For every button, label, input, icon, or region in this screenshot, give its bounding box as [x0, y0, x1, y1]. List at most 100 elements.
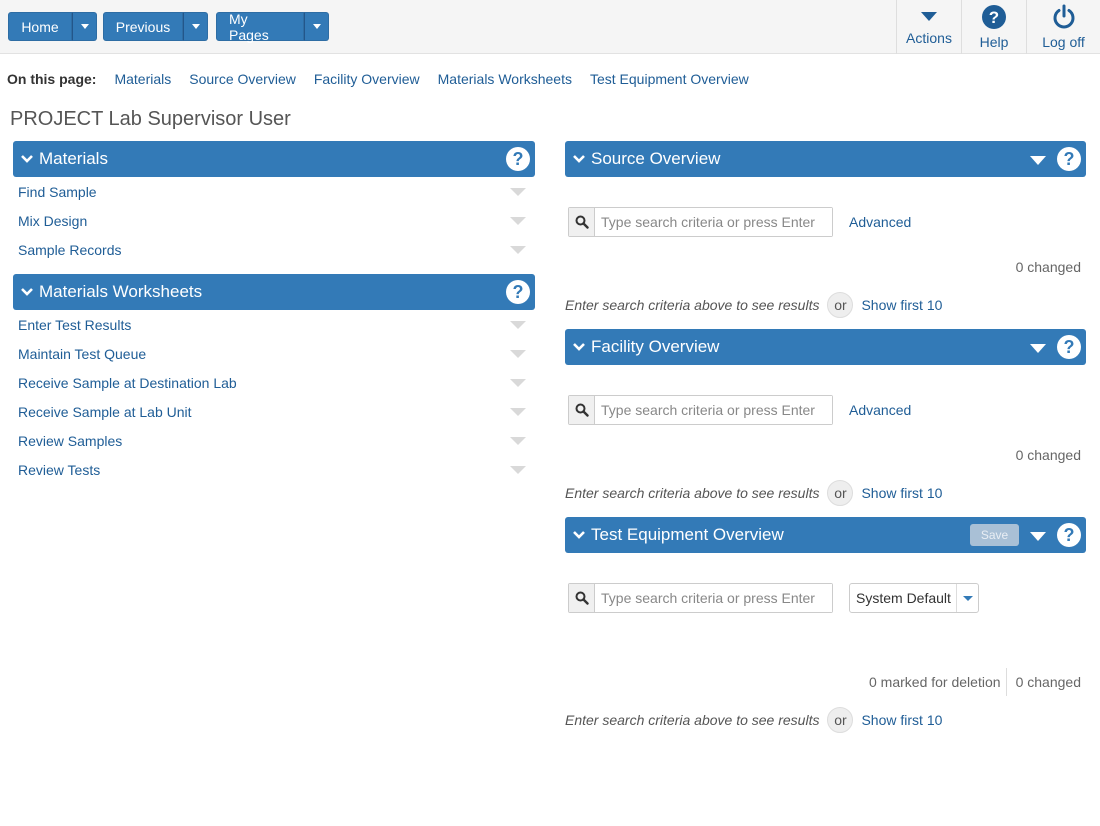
svg-text:?: ? — [989, 8, 999, 27]
help-icon: ? — [982, 5, 1006, 29]
jump-link-facility-overview[interactable]: Facility Overview — [314, 71, 420, 87]
on-this-page-label: On this page: — [7, 71, 97, 87]
list-item: Mix Design — [18, 210, 528, 232]
view-select[interactable]: System Default — [849, 583, 979, 613]
source-advanced-link[interactable]: Advanced — [849, 214, 911, 230]
source-changed-count: 0 changed — [1015, 259, 1081, 275]
show-first-10-link[interactable]: Show first 10 — [861, 712, 942, 728]
home-dropdown-button[interactable] — [72, 12, 97, 41]
show-first-10-link[interactable]: Show first 10 — [861, 297, 942, 313]
chevron-down-icon[interactable] — [572, 530, 586, 540]
help-icon[interactable]: ? — [506, 280, 530, 304]
materials-panel-title[interactable]: Materials — [39, 149, 108, 169]
actions-caret-icon — [921, 12, 937, 21]
chevron-down-icon[interactable] — [20, 154, 34, 164]
review-samples-link[interactable]: Review Samples — [18, 433, 122, 449]
jump-link-materials-worksheets[interactable]: Materials Worksheets — [438, 71, 572, 87]
top-toolbar: Home Previous My Pages Actions ? Help Lo… — [0, 0, 1100, 54]
facility-overview-panel-header: Facility Overview ? — [565, 329, 1086, 365]
save-button[interactable]: Save — [970, 524, 1019, 546]
show-first-10-link[interactable]: Show first 10 — [861, 485, 942, 501]
jump-link-test-equipment-overview[interactable]: Test Equipment Overview — [590, 71, 749, 87]
results-hint: Enter search criteria above to see resul… — [565, 485, 820, 501]
facility-advanced-link[interactable]: Advanced — [849, 402, 911, 418]
chevron-down-icon[interactable] — [572, 342, 586, 352]
mix-design-link[interactable]: Mix Design — [18, 213, 87, 229]
dropdown-icon[interactable] — [510, 466, 526, 474]
equipment-search-input[interactable] — [595, 584, 832, 612]
jump-link-source-overview[interactable]: Source Overview — [189, 71, 296, 87]
facility-search-input[interactable] — [595, 396, 832, 424]
facility-changed-count: 0 changed — [1015, 447, 1081, 463]
power-icon — [1053, 4, 1074, 29]
help-icon[interactable]: ? — [1057, 147, 1081, 171]
help-icon[interactable]: ? — [1057, 523, 1081, 547]
chevron-down-icon — [312, 24, 321, 29]
dropdown-icon[interactable] — [510, 379, 526, 387]
receive-sample-lab-unit-link[interactable]: Receive Sample at Lab Unit — [18, 404, 192, 420]
sample-records-link[interactable]: Sample Records — [18, 242, 122, 258]
source-overview-panel-header: Source Overview ? — [565, 141, 1086, 177]
chevron-down-icon[interactable] — [20, 287, 34, 297]
mypages-split-button: My Pages — [216, 11, 329, 43]
find-sample-link[interactable]: Find Sample — [18, 184, 97, 200]
previous-dropdown-button[interactable] — [183, 12, 208, 41]
review-tests-link[interactable]: Review Tests — [18, 462, 100, 478]
source-search-input[interactable] — [595, 208, 832, 236]
help-icon[interactable]: ? — [506, 147, 530, 171]
results-hint: Enter search criteria above to see resul… — [565, 297, 820, 313]
or-badge: or — [827, 707, 854, 733]
panel-menu-caret-icon[interactable] — [1030, 156, 1046, 165]
actions-button[interactable]: Actions — [896, 0, 961, 54]
list-item: Find Sample — [18, 181, 528, 203]
search-icon[interactable] — [569, 208, 595, 236]
materials-worksheets-panel-title[interactable]: Materials Worksheets — [39, 282, 202, 302]
enter-test-results-link[interactable]: Enter Test Results — [18, 317, 131, 333]
panel-menu-caret-icon[interactable] — [1030, 532, 1046, 541]
list-item: Receive Sample at Lab Unit — [18, 401, 528, 423]
equipment-search — [568, 583, 833, 613]
materials-worksheets-panel-header: Materials Worksheets ? — [13, 274, 535, 310]
log-off-button[interactable]: Log off — [1026, 0, 1100, 54]
my-pages-button[interactable]: My Pages — [216, 11, 304, 43]
jump-link-materials[interactable]: Materials — [114, 71, 171, 87]
dropdown-icon[interactable] — [510, 321, 526, 329]
actions-label: Actions — [906, 30, 952, 46]
dropdown-icon[interactable] — [510, 408, 526, 416]
on-this-page-nav: On this page: Materials Source Overview Fac… — [7, 71, 767, 87]
facility-search — [568, 395, 833, 425]
help-button[interactable]: ? Help — [961, 0, 1026, 54]
dropdown-icon[interactable] — [510, 188, 526, 196]
source-results-row: Enter search criteria above to see resul… — [565, 292, 942, 318]
facility-overview-panel-title[interactable]: Facility Overview — [591, 337, 719, 357]
home-button[interactable]: Home — [8, 12, 72, 41]
previous-button[interactable]: Previous — [103, 12, 183, 41]
list-item: Review Tests — [18, 459, 528, 481]
chevron-down-icon[interactable] — [956, 584, 978, 612]
dropdown-icon[interactable] — [510, 350, 526, 358]
page-title: PROJECT Lab Supervisor User — [10, 108, 291, 130]
or-badge: or — [827, 480, 854, 506]
dropdown-icon[interactable] — [510, 246, 526, 254]
search-icon[interactable] — [569, 584, 595, 612]
divider — [1006, 668, 1007, 696]
test-equipment-panel-title[interactable]: Test Equipment Overview — [591, 525, 784, 545]
list-item: Enter Test Results — [18, 314, 528, 336]
maintain-test-queue-link[interactable]: Maintain Test Queue — [18, 346, 146, 362]
previous-split-button: Previous — [103, 12, 208, 41]
dropdown-icon[interactable] — [510, 437, 526, 445]
search-icon[interactable] — [569, 396, 595, 424]
view-select-value: System Default — [856, 590, 951, 606]
help-icon[interactable]: ? — [1057, 335, 1081, 359]
facility-results-row: Enter search criteria above to see resul… — [565, 480, 942, 506]
materials-panel-header: Materials ? — [13, 141, 535, 177]
chevron-down-icon[interactable] — [572, 154, 586, 164]
panel-menu-caret-icon[interactable] — [1030, 344, 1046, 353]
chevron-down-icon — [80, 24, 89, 29]
source-overview-panel-title[interactable]: Source Overview — [591, 149, 720, 169]
my-pages-dropdown-button[interactable] — [304, 12, 329, 41]
or-badge: or — [827, 292, 854, 318]
dropdown-icon[interactable] — [510, 217, 526, 225]
receive-sample-destination-lab-link[interactable]: Receive Sample at Destination Lab — [18, 375, 237, 391]
equipment-results-row: Enter search criteria above to see resul… — [565, 707, 942, 733]
